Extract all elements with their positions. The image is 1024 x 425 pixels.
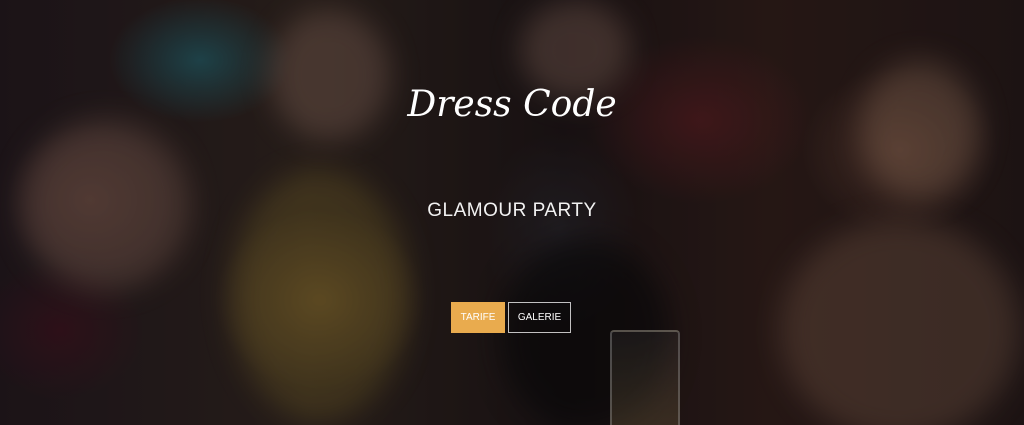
hero-title: Dress Code: [407, 84, 617, 125]
hero-subtitle: GLAMOUR PARTY: [427, 200, 597, 221]
hero-section: Dress Code GLAMOUR PARTY TARIFE GALERIE: [0, 0, 1024, 425]
galerie-button[interactable]: GALERIE: [508, 302, 571, 333]
tarife-button[interactable]: TARIFE: [451, 302, 505, 333]
